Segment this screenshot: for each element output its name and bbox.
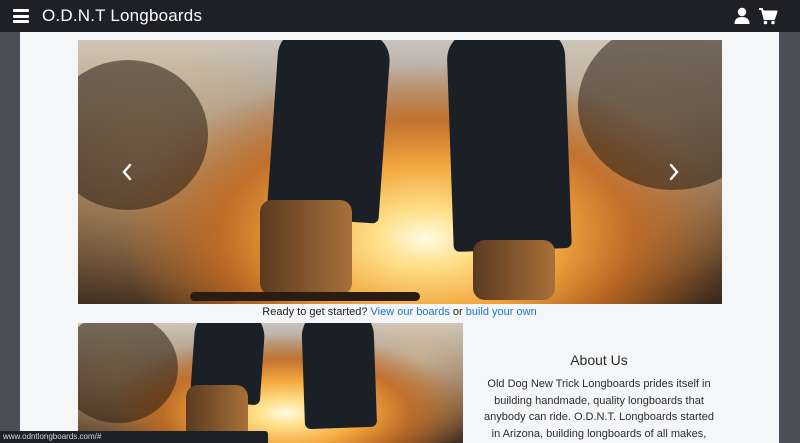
view-boards-link[interactable]: View our boards	[371, 306, 450, 318]
cta-middle: or	[452, 306, 463, 318]
main-content: Ready to get started? View our boards or…	[20, 32, 779, 443]
chevron-left-icon[interactable]	[118, 160, 136, 184]
link-status-bar: www.odntlongboards.com/#	[0, 431, 268, 443]
shopping-cart-icon[interactable]	[758, 6, 778, 26]
about-us-heading: About Us	[570, 352, 628, 368]
about-us-section: About Us Old Dog New Trick Longboards pr…	[483, 352, 715, 443]
cta-prefix: Ready to get started?	[262, 306, 368, 318]
build-your-own-link[interactable]: build your own	[466, 306, 537, 318]
top-navbar: O.D.N.T Longboards	[0, 0, 800, 32]
hero-carousel-image	[78, 40, 722, 304]
brand-link[interactable]: O.D.N.T Longboards	[42, 6, 202, 26]
chevron-right-icon[interactable]	[665, 160, 683, 184]
about-section-image	[78, 323, 463, 443]
call-to-action-text: Ready to get started? View our boards or…	[20, 306, 779, 318]
user-icon[interactable]	[732, 6, 752, 26]
about-us-text: Old Dog New Trick Longboards prides itse…	[484, 378, 714, 440]
hamburger-menu-icon[interactable]	[13, 9, 29, 23]
page-gutter	[779, 32, 800, 443]
